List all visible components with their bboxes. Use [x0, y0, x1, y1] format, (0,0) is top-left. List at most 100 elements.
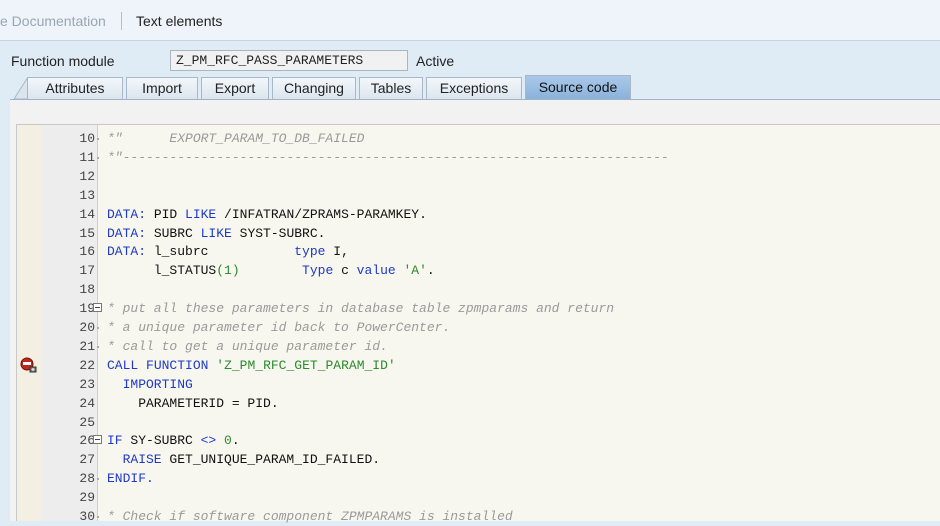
keyword-token: DATA: — [107, 206, 147, 222]
collapse-block-icon[interactable] — [93, 303, 102, 313]
code-token: SUBRC — [146, 225, 201, 241]
tab-exceptions[interactable]: Exceptions — [426, 77, 522, 99]
fold-guide-marker — [97, 156, 99, 159]
code-line[interactable]: 19 * put all these parameters in database… — [17, 299, 940, 318]
code-line[interactable]: 20 * a unique parameter id back to PowerC… — [17, 318, 940, 337]
comment-token: * a unique parameter id back to PowerCen… — [107, 320, 451, 335]
collapse-block-icon[interactable] — [93, 435, 102, 445]
tab-export[interactable]: Export — [201, 77, 269, 99]
number-token: 0 — [224, 433, 232, 449]
code-line[interactable]: 22 CALL FUNCTION 'Z_PM_RFC_GET_PARAM_ID' — [17, 356, 940, 375]
keyword-token: LIKE — [200, 225, 232, 241]
keyword-token: Type — [302, 263, 334, 279]
code-token: PID — [146, 206, 186, 222]
fold-guide-marker — [97, 345, 99, 348]
code-text: IMPORTING — [107, 377, 193, 392]
toolbar-separator — [121, 12, 122, 30]
tab-tables[interactable]: Tables — [359, 77, 423, 99]
number-token: (1) — [216, 263, 240, 279]
code-line[interactable]: 11 *"------------------------------------… — [17, 148, 940, 167]
code-text: * a unique parameter id back to PowerCen… — [107, 320, 450, 335]
code-line[interactable]: 25 — [17, 413, 940, 432]
line-number: 30 — [79, 509, 95, 524]
code-text: * Check if software component ZPMPARAMS … — [107, 509, 513, 524]
code-token: SY-SUBRC — [122, 433, 201, 449]
code-line[interactable]: 18 — [17, 280, 940, 299]
code-line[interactable]: 28 ENDIF. — [17, 469, 940, 488]
code-line[interactable]: 26 IF SY-SUBRC <> 0. — [17, 431, 940, 450]
breakpoint-icon[interactable] — [20, 357, 37, 373]
code-line[interactable]: 21 * call to get a unique parameter id. — [17, 337, 940, 356]
line-number: 10 — [79, 131, 95, 146]
comment-token: * call to get a unique parameter id. — [107, 338, 388, 354]
documentation-button[interactable]: e Documentation — [0, 13, 106, 29]
keyword-token: ENDIF. — [107, 471, 154, 487]
line-number: 29 — [79, 490, 95, 506]
line-number: 26 — [79, 433, 95, 449]
code-token: SYST-SUBRC. — [231, 225, 326, 241]
fold-guide-marker — [97, 478, 99, 481]
line-number: 16 — [79, 244, 95, 260]
keyword-token: <> — [200, 433, 217, 449]
text-elements-button[interactable]: Text elements — [136, 13, 222, 29]
comment-token: *" EXPORT_PARAM_TO_DB_FAILED — [107, 131, 365, 146]
keyword-token: RAISE — [107, 452, 162, 468]
code-token: . — [426, 263, 435, 279]
code-text: * call to get a unique parameter id. — [107, 339, 388, 354]
tab-attributes[interactable]: Attributes — [27, 77, 123, 99]
function-module-label: Function module — [11, 53, 115, 69]
code-token: c — [333, 263, 357, 279]
function-module-name: Z_PM_RFC_PASS_PARAMETERS — [176, 53, 364, 68]
fold-guide-marker — [97, 327, 99, 329]
code-line[interactable]: 24 PARAMETERID = PID. — [17, 394, 940, 413]
code-text: IF SY-SUBRC <> 0. — [107, 433, 240, 448]
line-number: 23 — [79, 376, 95, 392]
line-number: 24 — [79, 395, 95, 411]
code-line[interactable]: 29 — [17, 488, 940, 507]
keyword-token: DATA: — [107, 244, 147, 260]
application-toolbar: e Documentation Text elements — [0, 0, 940, 41]
code-text: CALL FUNCTION 'Z_PM_RFC_GET_PARAM_ID' — [107, 358, 396, 373]
code-token: l_subrc — [146, 244, 295, 260]
code-token: l_STATUS — [107, 263, 217, 279]
line-number: 28 — [79, 471, 95, 487]
keyword-token: LIKE — [185, 206, 217, 222]
code-line[interactable]: 23 IMPORTING — [17, 375, 940, 394]
code-token: I, — [325, 244, 349, 260]
code-text: PARAMETERID = PID. — [107, 396, 278, 411]
tab-import[interactable]: Import — [126, 77, 198, 99]
string-token: 'Z_PM_RFC_GET_PARAM_ID' — [216, 357, 396, 373]
line-number: 21 — [79, 338, 95, 354]
code-line[interactable]: 15 DATA: SUBRC LIKE SYST-SUBRC. — [17, 224, 940, 243]
code-line[interactable]: 10 *" EXPORT_PARAM_TO_DB_FAILED — [17, 129, 940, 148]
function-module-field[interactable]: Z_PM_RFC_PASS_PARAMETERS — [170, 50, 408, 71]
code-line[interactable]: 14 DATA: PID LIKE /INFATRAN/ZPRAMS-PARAMK… — [17, 205, 940, 224]
code-text: DATA: l_subrc type I, — [107, 244, 349, 259]
abap-editor[interactable]: 10 *" EXPORT_PARAM_TO_DB_FAILED 11 *"------… — [16, 124, 940, 524]
code-line[interactable]: 27 RAISE GET_UNIQUE_PARAM_ID_FAILED. — [17, 450, 940, 469]
code-text: DATA: SUBRC LIKE SYST-SUBRC. — [107, 226, 325, 241]
code-line[interactable]: 12 — [17, 167, 940, 186]
comment-token: * put all these parameters in database t… — [107, 301, 615, 317]
keyword-token: DATA: — [107, 225, 147, 241]
comment-token: * Check if software component ZPMPARAMS … — [107, 509, 513, 524]
keyword-token: type — [294, 244, 326, 260]
keyword-token: CALL — [107, 357, 139, 373]
line-number: 22 — [79, 357, 95, 373]
tab-changing[interactable]: Changing — [272, 77, 356, 99]
code-token: /INFATRAN/ZPRAMS-PARAMKEY. — [216, 206, 427, 222]
code-text: * put all these parameters in database t… — [107, 301, 614, 316]
line-number: 11 — [79, 149, 95, 165]
tab-edge-decoration — [14, 77, 28, 99]
code-line[interactable]: 16 DATA: l_subrc type I, — [17, 242, 940, 261]
tab-source-code[interactable]: Source code — [525, 75, 631, 99]
status-label: Active — [416, 53, 455, 69]
code-line[interactable]: 30 * Check if software component ZPMPARAM… — [17, 507, 940, 526]
code-line[interactable]: 13 — [17, 186, 940, 205]
line-number: 17 — [79, 263, 95, 279]
code-line[interactable]: 17 l_STATUS(1) Type c value 'A'. — [17, 261, 940, 280]
code-text: *"--------------------------------------… — [107, 150, 669, 165]
keyword-token: IMPORTING — [107, 376, 193, 392]
